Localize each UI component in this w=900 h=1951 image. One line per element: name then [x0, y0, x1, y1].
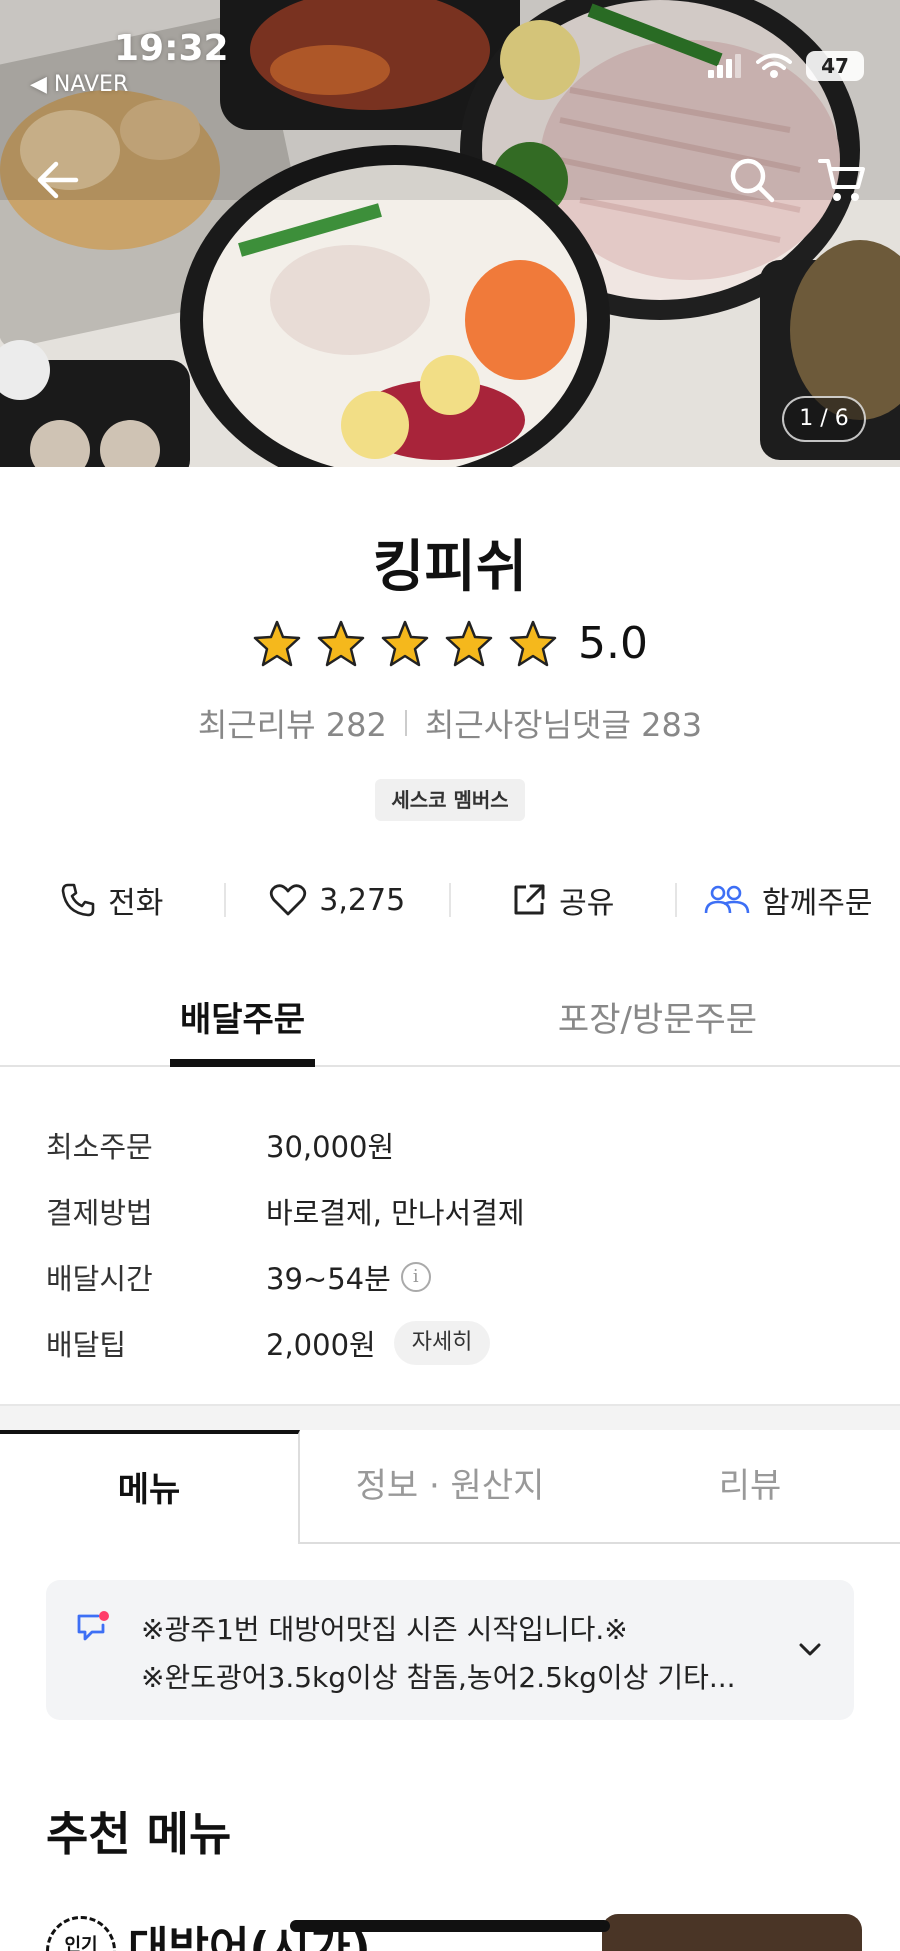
- cart-button[interactable]: [812, 150, 872, 210]
- star-icon: [253, 620, 301, 666]
- info-value: 30,000원: [266, 1124, 394, 1166]
- order-type-tabs: 배달주문 포장/방문주문: [0, 985, 900, 1067]
- notice-chat-icon: [77, 1611, 109, 1641]
- info-value: 2,000원 자세히: [266, 1321, 491, 1365]
- notice-line-1: ※광주1번 대방어맛집 시즌 시작입니다.※: [141, 1613, 628, 1646]
- signal-icon: [708, 54, 741, 78]
- tab-info-origin[interactable]: 정보 · 원산지: [300, 1430, 600, 1544]
- section-divider: [0, 1404, 900, 1430]
- info-label: 배달팁: [46, 1328, 127, 1362]
- rating-row: 5.0: [0, 618, 900, 669]
- share-label: 공유: [559, 886, 615, 921]
- delivery-tip-detail-button[interactable]: 자세히: [393, 1321, 491, 1365]
- delivery-tip-row: 배달팁 2,000원 자세히: [46, 1310, 866, 1376]
- tab-reviews[interactable]: 리뷰: [600, 1430, 900, 1544]
- tab-pickup-order[interactable]: 포장/방문주문: [540, 985, 775, 1067]
- share-icon: [514, 884, 545, 915]
- like-button[interactable]: 3,275: [226, 883, 450, 918]
- owner-replies-count[interactable]: 최근사장님댓글 283: [425, 700, 702, 746]
- star-icon: [317, 620, 365, 666]
- group-order-button[interactable]: 함께주문: [677, 878, 900, 922]
- recommended-menu-title: 추천 메뉴: [46, 1807, 232, 1861]
- arrow-left-icon: [37, 161, 79, 199]
- delivery-time-value: 39~54분: [266, 1262, 391, 1296]
- store-actions: 전화 3,275 공유 함께주문: [0, 870, 900, 930]
- heart-icon: [270, 884, 307, 916]
- photo-page-counter: 1 / 6: [782, 396, 866, 442]
- store-name: 킹피쉬: [372, 535, 528, 600]
- review-counts[interactable]: 최근리뷰 282 최근사장님댓글 283: [0, 700, 900, 746]
- info-label: 결제방법: [46, 1196, 153, 1230]
- section-tabs: 메뉴 정보 · 원산지 리뷰: [0, 1430, 900, 1544]
- battery-indicator: 47: [806, 51, 864, 81]
- cesco-member-badge: 세스코 멤버스: [375, 779, 525, 821]
- store-page: 19:32 ◀ NAVER 47 1 / 6 킹피쉬 5.0 최근리뷰 282 …: [0, 0, 900, 1951]
- like-count: 3,275: [319, 882, 406, 918]
- share-button[interactable]: 공유: [451, 878, 675, 922]
- group-people-icon: [704, 885, 750, 914]
- store-photo-carousel[interactable]: 19:32 ◀ NAVER 47 1 / 6: [0, 0, 900, 467]
- back-to-app-link[interactable]: ◀ NAVER: [30, 72, 128, 97]
- delivery-time-row: 배달시간 39~54분 i: [46, 1244, 866, 1310]
- payment-method-value: 바로결제, 만나서결제: [266, 1196, 525, 1230]
- star-icon: [445, 620, 493, 666]
- status-time: 19:32: [114, 28, 229, 69]
- divider: [404, 710, 407, 736]
- min-order-value: 30,000원: [266, 1130, 395, 1164]
- tab-menu[interactable]: 메뉴: [0, 1430, 300, 1544]
- status-indicators: 47: [708, 50, 864, 82]
- rating-stars: [252, 620, 558, 668]
- chevron-down-icon[interactable]: [796, 1635, 824, 1663]
- home-indicator[interactable]: [290, 1920, 610, 1932]
- star-icon: [509, 620, 557, 666]
- payment-method-row: 결제방법 바로결제, 만나서결제: [46, 1178, 866, 1244]
- cart-icon: [818, 159, 865, 201]
- status-bar: 19:32 ◀ NAVER 47: [0, 0, 900, 100]
- rating-score: 5.0: [578, 618, 648, 669]
- info-value: 바로결제, 만나서결제: [266, 1190, 525, 1232]
- store-notice[interactable]: ※광주1번 대방어맛집 시즌 시작입니다.※ ※완도광어3.5kg이상 참돔,농…: [46, 1580, 854, 1720]
- info-label: 배달시간: [46, 1262, 153, 1296]
- phone-icon: [61, 883, 95, 917]
- menu-item-thumbnail: [602, 1914, 862, 1951]
- info-label: 최소주문: [46, 1130, 153, 1164]
- notice-line-2: ※완도광어3.5kg이상 참돔,농어2.5kg이상 기타...: [141, 1661, 736, 1694]
- info-value: 39~54분 i: [266, 1256, 431, 1298]
- wifi-icon: [756, 53, 792, 78]
- delivery-tip-value: 2,000원: [266, 1328, 376, 1362]
- min-order-row: 최소주문 30,000원: [46, 1112, 866, 1178]
- call-button[interactable]: 전화: [0, 878, 224, 922]
- group-order-label: 함께주문: [762, 886, 873, 921]
- info-icon[interactable]: i: [400, 1262, 431, 1292]
- popular-badge: 인기: [46, 1916, 116, 1951]
- recent-reviews-count[interactable]: 최근리뷰 282: [198, 700, 387, 746]
- call-label: 전화: [108, 886, 164, 921]
- back-button[interactable]: [28, 150, 88, 210]
- search-button[interactable]: [722, 150, 782, 210]
- star-icon: [381, 620, 429, 666]
- search-icon: [730, 158, 775, 203]
- tab-delivery-order[interactable]: 배달주문: [170, 985, 315, 1067]
- delivery-info: 최소주문 30,000원 결제방법 바로결제, 만나서결제 배달시간 39~54…: [46, 1112, 866, 1376]
